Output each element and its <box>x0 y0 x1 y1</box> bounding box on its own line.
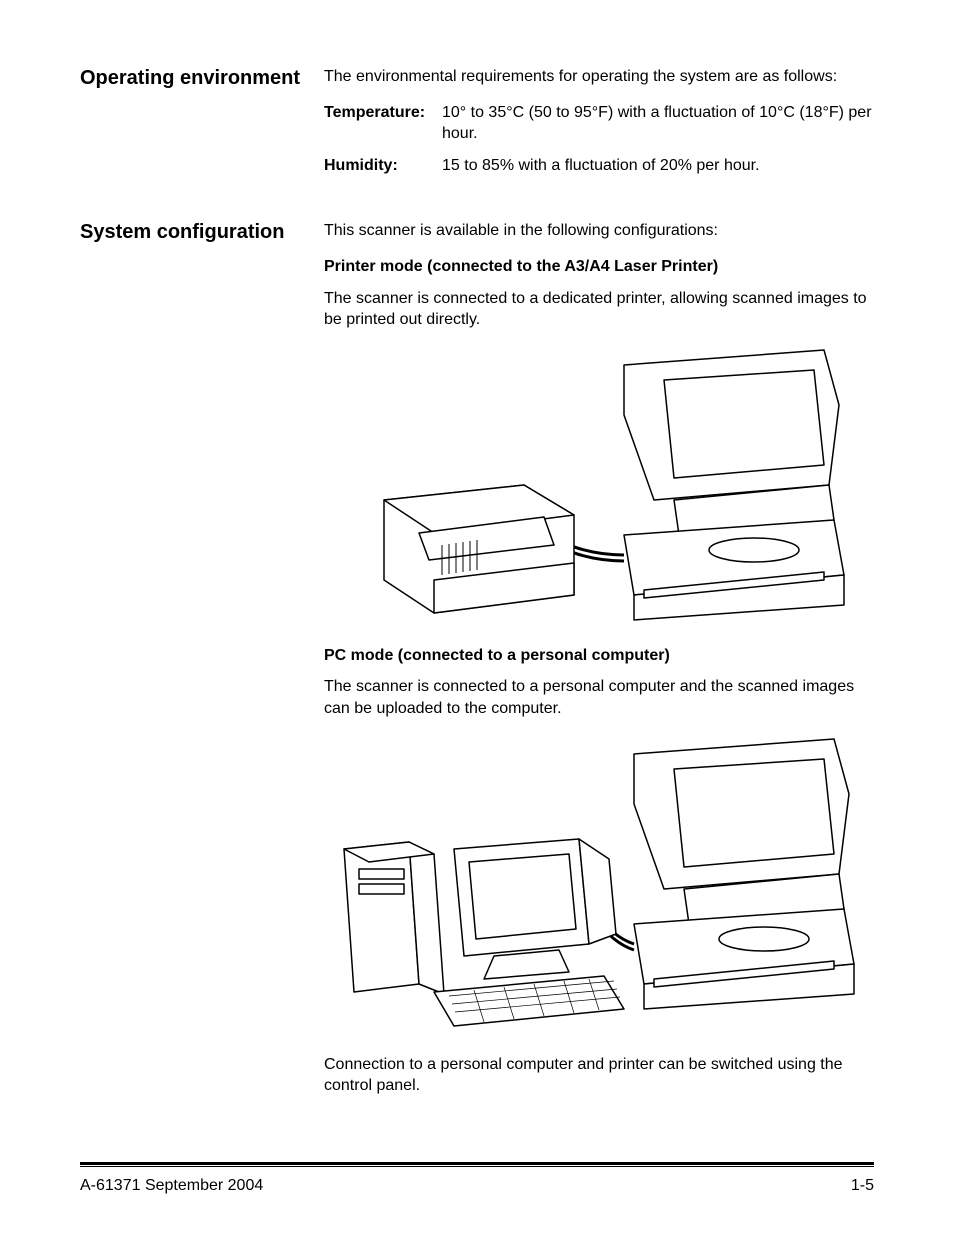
body-system-configuration: This scanner is available in the followi… <box>324 220 874 1110</box>
closing-text: Connection to a personal computer and pr… <box>324 1054 874 1097</box>
humidity-label: Humidity: <box>324 155 442 177</box>
printer-mode-heading: Printer mode (connected to the A3/A4 Las… <box>324 256 874 278</box>
spec-humidity: Humidity: 15 to 85% with a fluctuation o… <box>324 155 874 177</box>
pc-mode-text: The scanner is connected to a personal c… <box>324 676 874 719</box>
printer-scanner-illustration <box>324 345 854 625</box>
footer: A-61371 September 2004 1-5 <box>80 1177 874 1195</box>
section-operating-environment: Operating environment The environmental … <box>80 66 874 186</box>
footer-right: 1-5 <box>851 1177 874 1195</box>
temperature-value: 10° to 35°C (50 to 95°F) with a fluctuat… <box>442 102 874 145</box>
heading-operating-environment: Operating environment <box>80 66 324 91</box>
footer-rule <box>80 1162 874 1165</box>
intro-text: The environmental requirements for opera… <box>324 66 874 88</box>
figure-pc-mode <box>324 734 874 1034</box>
sysconfig-intro: This scanner is available in the followi… <box>324 220 874 242</box>
heading-system-configuration: System configuration <box>80 220 324 245</box>
printer-mode-text: The scanner is connected to a dedicated … <box>324 288 874 331</box>
section-system-configuration: System configuration This scanner is ava… <box>80 220 874 1110</box>
figure-printer-mode <box>324 345 874 625</box>
pc-scanner-illustration <box>324 734 864 1034</box>
footer-left: A-61371 September 2004 <box>80 1177 263 1195</box>
spec-temperature: Temperature: 10° to 35°C (50 to 95°F) wi… <box>324 102 874 145</box>
temperature-label: Temperature: <box>324 102 442 145</box>
humidity-value: 15 to 85% with a fluctuation of 20% per … <box>442 155 874 177</box>
page: Operating environment The environmental … <box>0 0 954 1235</box>
pc-mode-heading: PC mode (connected to a personal compute… <box>324 645 874 667</box>
body-operating-environment: The environmental requirements for opera… <box>324 66 874 186</box>
